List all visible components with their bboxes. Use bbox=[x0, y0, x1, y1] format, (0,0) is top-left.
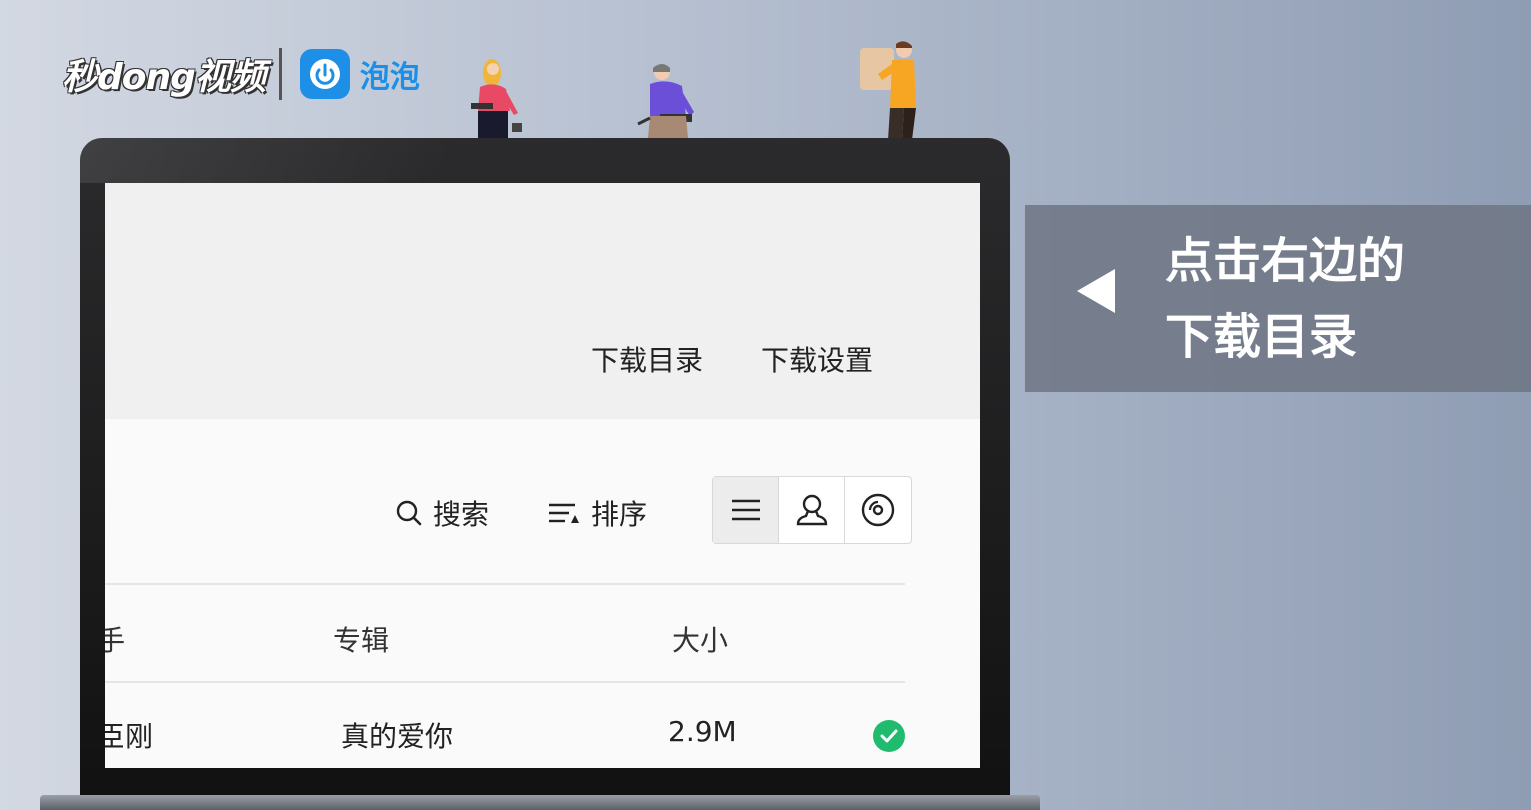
column-header-singer[interactable]: 手 bbox=[105, 619, 125, 659]
singer-view-button[interactable] bbox=[779, 477, 845, 543]
row-album: 真的爱你 bbox=[341, 720, 454, 753]
row-size: 2.9M bbox=[668, 715, 737, 748]
miaodong-logo: 秒dong视频 bbox=[62, 57, 266, 98]
search-label: 搜索 bbox=[433, 498, 490, 531]
search-button[interactable]: 搜索 bbox=[395, 493, 489, 533]
column-header-album[interactable]: 专辑 bbox=[333, 619, 389, 659]
paopao-label: 泡泡 bbox=[359, 60, 420, 95]
instruction-callout: 点击右边的 下载目录 bbox=[1025, 205, 1531, 392]
column-header-size[interactable]: 大小 bbox=[672, 619, 728, 659]
left-arrow-icon bbox=[1077, 269, 1115, 313]
laptop-keyboard-base bbox=[40, 795, 1040, 810]
album-view-icon bbox=[861, 493, 895, 527]
view-mode-toggle bbox=[712, 476, 912, 544]
man-carrying-box-figure bbox=[860, 41, 916, 140]
list-view-button[interactable] bbox=[713, 477, 779, 543]
instruction-line-1: 点击右边的 bbox=[1165, 233, 1406, 289]
table-top-divider bbox=[105, 583, 905, 585]
header-area: 下载目录 下载设置 bbox=[105, 183, 980, 419]
download-settings-link[interactable]: 下载设置 bbox=[761, 339, 873, 379]
instruction-text: 点击右边的 下载目录 bbox=[1165, 223, 1405, 375]
downloaded-check-icon bbox=[873, 720, 905, 752]
search-icon bbox=[396, 500, 422, 526]
singer-view-icon bbox=[796, 494, 827, 526]
sort-label: 排序 bbox=[591, 498, 648, 531]
brand-separator bbox=[278, 48, 282, 100]
sort-button[interactable]: 排序 bbox=[547, 493, 647, 533]
woman-reading-figure bbox=[471, 59, 522, 139]
laptop-screen: 下载目录 下载设置 搜索 排序 手 专辑 大小 臣刚 真的爱你 2.9M bbox=[105, 183, 980, 768]
brand-header: 秒dong视频 泡泡 bbox=[62, 44, 420, 104]
sort-icon bbox=[549, 503, 579, 523]
list-view-icon bbox=[731, 499, 760, 521]
download-directory-link[interactable]: 下载目录 bbox=[591, 339, 703, 379]
instruction-line-2: 下载目录 bbox=[1165, 309, 1358, 365]
row-singer: 臣刚 bbox=[105, 720, 154, 753]
man-with-tablet-figure bbox=[637, 64, 694, 138]
album-view-button[interactable] bbox=[845, 477, 911, 543]
header-divider bbox=[105, 681, 905, 683]
power-icon bbox=[299, 49, 350, 99]
